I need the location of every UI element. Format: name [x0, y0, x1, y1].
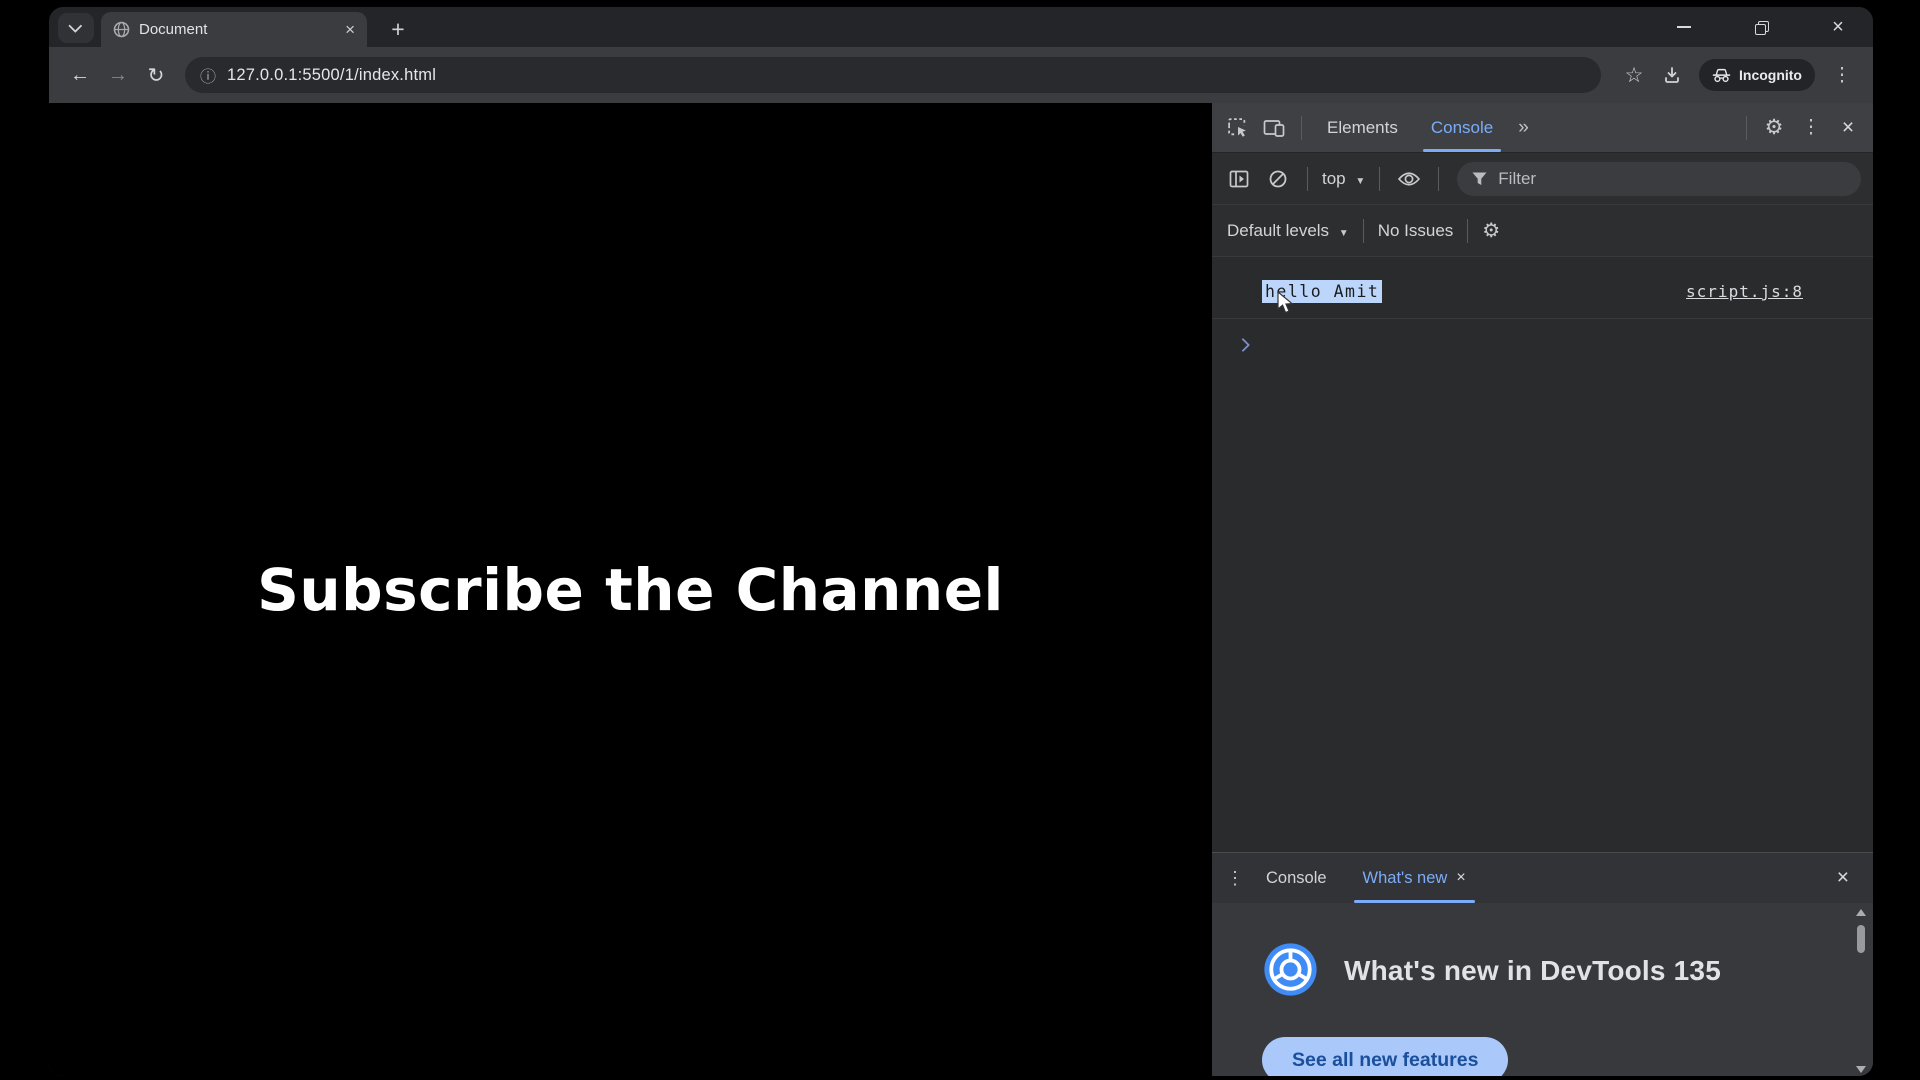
tab-close-icon[interactable]: × — [345, 20, 355, 40]
chevron-down-icon: ▼ — [1339, 228, 1349, 239]
live-expression-button[interactable] — [1394, 164, 1424, 194]
minimize-button[interactable] — [1669, 12, 1699, 42]
active-tab-underline — [1423, 149, 1501, 153]
context-selector[interactable]: top ▼ — [1322, 169, 1365, 189]
content-area: Subscribe the Channel — [49, 103, 1873, 1076]
filter-input[interactable]: Filter — [1457, 162, 1861, 196]
tab-title: Document — [139, 21, 336, 38]
divider — [1301, 116, 1302, 140]
page-heading: Subscribe the Channel — [257, 556, 1004, 624]
devtools-settings-button[interactable]: ⚙ — [1759, 113, 1789, 143]
window-close-button[interactable]: × — [1823, 12, 1853, 42]
scrollbar-thumb[interactable] — [1857, 925, 1865, 953]
clear-console-icon — [1268, 169, 1288, 189]
inspect-cursor-icon — [1227, 117, 1248, 138]
divider — [1467, 219, 1468, 243]
inspect-element-button[interactable] — [1222, 113, 1252, 143]
downloads-button[interactable] — [1655, 58, 1689, 92]
more-tabs-button[interactable]: » — [1513, 117, 1534, 139]
browser-menu-button[interactable]: ⋮ — [1825, 58, 1859, 92]
context-selector-label: top — [1322, 169, 1346, 188]
tab-console-label: Console — [1431, 118, 1493, 138]
drawer-menu-button[interactable]: ⋮ — [1226, 868, 1244, 889]
filter-funnel-icon — [1472, 172, 1487, 186]
console-source-link[interactable]: script.js:8 — [1686, 282, 1803, 301]
screenshot-root: Document × + × ← → ↻ ⓘ 127.0.0.1:5500/1/… — [0, 0, 1920, 1080]
eye-icon — [1397, 170, 1421, 188]
chevron-down-icon — [68, 19, 82, 33]
restore-button[interactable] — [1746, 12, 1776, 42]
tab-console[interactable]: Console — [1418, 103, 1506, 152]
devtools-menu-button[interactable]: ⋮ — [1796, 113, 1826, 143]
drawer-tab-close-icon[interactable]: × — [1456, 869, 1465, 887]
new-tab-button[interactable]: + — [383, 15, 413, 43]
drawer-tab-whats-new-label: What's new — [1363, 869, 1448, 888]
console-prompt-chevron-icon — [1236, 338, 1250, 352]
divider — [1307, 167, 1308, 191]
browser-tab[interactable]: Document × — [101, 12, 367, 47]
browser-window: Document × + × ← → ↻ ⓘ 127.0.0.1:5500/1/… — [49, 7, 1873, 1076]
scrollbar-track[interactable] — [1854, 916, 1868, 1066]
page-viewport: Subscribe the Channel — [49, 103, 1212, 1076]
log-levels-dropdown[interactable]: Default levels ▼ — [1227, 221, 1349, 241]
back-button[interactable]: ← — [63, 58, 97, 92]
console-message-row[interactable]: hello Amit script.js:8 — [1212, 265, 1873, 319]
restore-icon — [1755, 21, 1768, 34]
drawer-tab-console[interactable]: Console — [1252, 853, 1341, 903]
log-levels-label: Default levels — [1227, 221, 1329, 240]
download-icon — [1662, 65, 1682, 85]
console-settings-button[interactable]: ⚙ — [1482, 218, 1500, 243]
drawer-scrollbar[interactable] — [1854, 909, 1868, 1073]
chevron-down-icon: ▼ — [1355, 176, 1365, 187]
device-toolbar-icon — [1263, 118, 1285, 138]
incognito-icon — [1712, 68, 1731, 83]
tab-search-button[interactable] — [58, 13, 94, 43]
window-controls: × — [1669, 7, 1853, 47]
reload-button[interactable]: ↻ — [139, 58, 173, 92]
bookmark-star-icon[interactable]: ☆ — [1617, 58, 1651, 92]
scroll-up-icon[interactable] — [1856, 909, 1866, 916]
minimize-icon — [1677, 26, 1691, 28]
mouse-cursor — [1274, 291, 1296, 315]
devtools-close-button[interactable]: × — [1833, 113, 1863, 143]
device-toolbar-button[interactable] — [1259, 113, 1289, 143]
console-output: hello Amit script.js:8 — [1212, 257, 1873, 852]
incognito-badge: Incognito — [1699, 59, 1815, 91]
console-toolbar: top ▼ Filter — [1212, 153, 1873, 205]
filter-placeholder: Filter — [1498, 169, 1536, 189]
url-text: 127.0.0.1:5500/1/index.html — [227, 66, 436, 85]
console-levels-bar: Default levels ▼ No Issues ⚙ — [1212, 205, 1873, 257]
scroll-down-icon[interactable] — [1856, 1066, 1866, 1073]
address-bar[interactable]: ⓘ 127.0.0.1:5500/1/index.html — [185, 57, 1601, 93]
whats-new-title: What's new in DevTools 135 — [1344, 955, 1721, 987]
console-sidebar-toggle-button[interactable] — [1224, 164, 1254, 194]
drawer-close-button[interactable]: × — [1837, 866, 1859, 890]
forward-button[interactable]: → — [101, 58, 135, 92]
incognito-label: Incognito — [1739, 67, 1802, 83]
clear-console-button[interactable] — [1263, 164, 1293, 194]
issues-counter[interactable]: No Issues — [1378, 221, 1454, 241]
drawer-tabbar: ⋮ Console What's new × × — [1212, 852, 1873, 903]
divider — [1746, 116, 1747, 140]
divider — [1379, 167, 1380, 191]
whats-new-panel: What's new in DevTools 135 See all new f… — [1212, 903, 1873, 1076]
drawer-tab-whats-new[interactable]: What's new × — [1349, 853, 1480, 903]
divider — [1438, 167, 1439, 191]
titlebar: Document × + × — [49, 7, 1873, 47]
globe-favicon-icon — [113, 21, 130, 38]
divider — [1363, 219, 1364, 243]
sidebar-panel-icon — [1229, 170, 1249, 188]
see-all-features-button[interactable]: See all new features — [1262, 1037, 1508, 1076]
console-prompt[interactable] — [1212, 319, 1873, 354]
devtools-panel: Elements Console » ⚙ ⋮ × — [1212, 103, 1873, 1076]
tab-elements[interactable]: Elements — [1314, 103, 1411, 152]
devtools-logo-icon — [1262, 941, 1319, 998]
devtools-tabbar: Elements Console » ⚙ ⋮ × — [1212, 103, 1873, 153]
browser-toolbar: ← → ↻ ⓘ 127.0.0.1:5500/1/index.html ☆ — [49, 47, 1873, 103]
site-info-icon[interactable]: ⓘ — [200, 63, 216, 87]
